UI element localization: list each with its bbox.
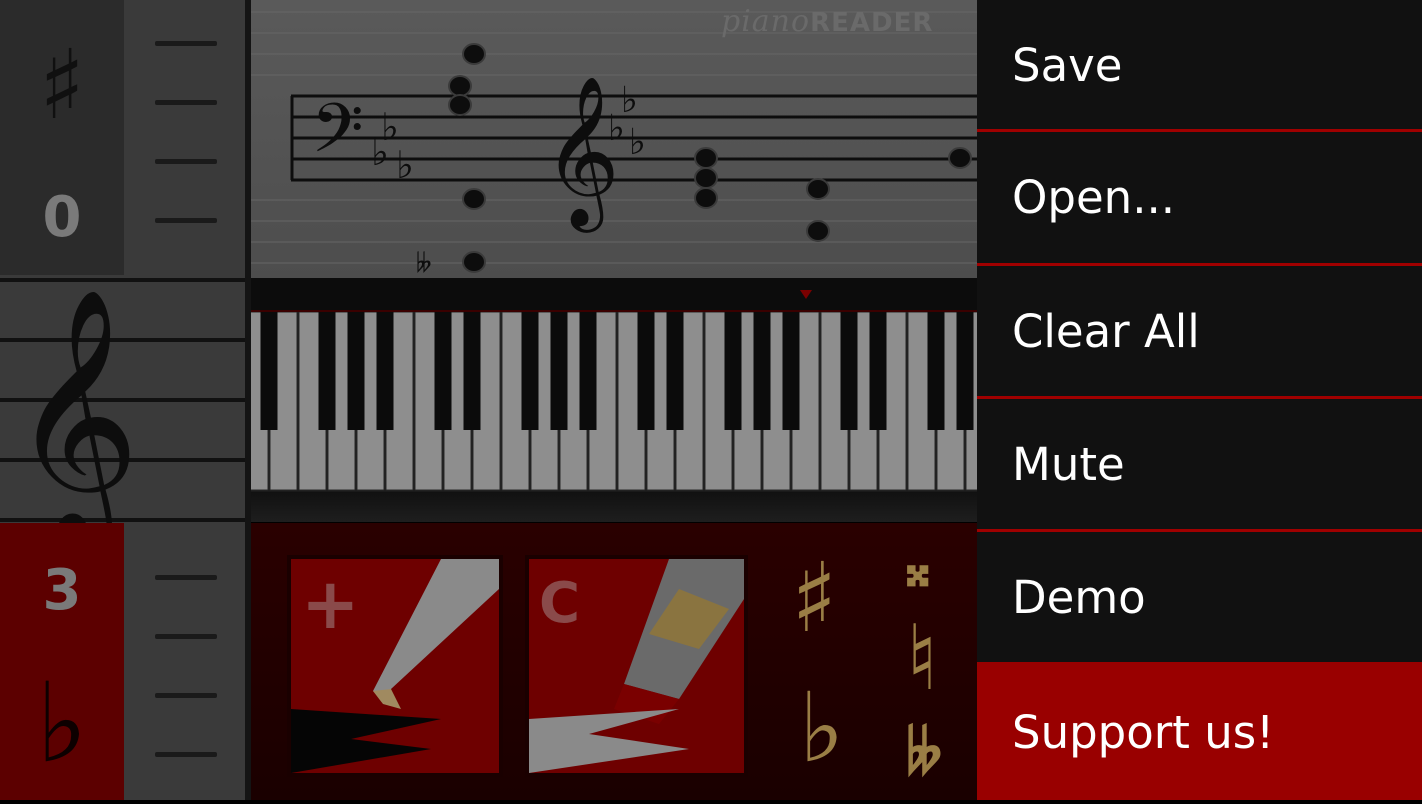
flat-icon: ♭ — [36, 658, 88, 787]
sharp-icon: ♯ — [38, 28, 86, 141]
treble-clef-staff: 𝄞 — [0, 275, 245, 554]
ledger-line — [155, 693, 217, 698]
black-key[interactable] — [956, 312, 974, 430]
ledger-lines-top[interactable] — [124, 0, 245, 275]
tool-panel: + C ♯ ♭ 𝄪 ♮ 𝄫 — [251, 523, 977, 800]
menu-item-label: Clear All — [1012, 305, 1200, 358]
overflow-menu: Save Open... Clear All Mute Demo Support… — [977, 0, 1422, 800]
ledger-line — [155, 159, 217, 164]
black-key[interactable] — [579, 312, 597, 430]
menu-item-demo[interactable]: Demo — [977, 532, 1422, 663]
menu-item-label: Demo — [1012, 571, 1146, 624]
menu-item-clear-all[interactable]: Clear All — [977, 266, 1422, 397]
svg-text:♭: ♭ — [608, 108, 625, 149]
black-key[interactable] — [521, 312, 539, 430]
menu-item-save[interactable]: Save — [977, 0, 1422, 131]
black-key[interactable] — [318, 312, 336, 430]
eraser-icon — [529, 559, 744, 773]
bass-clef-icon: 𝄢 — [311, 90, 364, 185]
black-key[interactable] — [463, 312, 481, 430]
ledger-line — [155, 752, 217, 757]
piano-keyboard[interactable] — [240, 311, 1003, 492]
music-staff[interactable]: 𝄢 ♭ ♭ ♭ 𝄫 𝄞 ♭ ♭ ♭ pianoREADER — [251, 0, 977, 279]
ledger-line — [155, 218, 217, 223]
black-key[interactable] — [840, 312, 858, 430]
eraser-button[interactable]: C — [525, 555, 748, 777]
ledger-lines-bottom[interactable] — [124, 523, 245, 800]
black-key[interactable] — [550, 312, 568, 430]
sharp-count-panel[interactable]: ♯ 0 — [0, 0, 124, 275]
ledger-line — [155, 41, 217, 46]
menu-item-support-us[interactable]: Support us! — [977, 662, 1422, 800]
pencil-icon — [291, 559, 499, 773]
black-key[interactable] — [927, 312, 945, 430]
staff-notation: 𝄢 ♭ ♭ ♭ 𝄫 𝄞 ♭ ♭ ♭ — [251, 11, 977, 279]
menu-item-mute[interactable]: Mute — [977, 399, 1422, 530]
menu-item-open[interactable]: Open... — [977, 132, 1422, 263]
flat-count: 3 — [42, 558, 82, 623]
clef-panel[interactable]: 𝄞 — [0, 275, 245, 554]
flat-count-panel[interactable]: 3 ♭ — [0, 523, 124, 800]
menu-item-label: Open... — [1012, 171, 1176, 224]
ledger-line — [155, 634, 217, 639]
black-key[interactable] — [376, 312, 394, 430]
add-note-button[interactable]: + — [287, 555, 503, 777]
flat-tool-icon[interactable]: ♭ — [799, 673, 844, 783]
sharp-tool-icon[interactable]: ♯ — [791, 543, 837, 653]
black-key[interactable] — [724, 312, 742, 430]
sharp-count: 0 — [42, 185, 82, 250]
ledger-line — [155, 575, 217, 580]
keyboard-position-marker[interactable] — [800, 290, 812, 299]
double-sharp-tool-icon[interactable]: 𝄪 — [906, 538, 929, 598]
black-key[interactable] — [753, 312, 771, 430]
menu-item-label: Support us! — [1012, 706, 1275, 759]
treble-clef-icon: 𝄞 — [543, 74, 620, 233]
svg-text:𝄫: 𝄫 — [416, 249, 432, 278]
black-key[interactable] — [260, 312, 278, 430]
black-key[interactable] — [434, 312, 452, 430]
double-flat-tool-icon[interactable]: 𝄫 — [906, 718, 942, 788]
svg-text:♭: ♭ — [629, 122, 646, 163]
black-key[interactable] — [347, 312, 365, 430]
piano-keys[interactable] — [240, 311, 1003, 492]
black-key[interactable] — [869, 312, 887, 430]
black-key[interactable] — [666, 312, 684, 430]
black-key[interactable] — [782, 312, 800, 430]
keyboard-position-strip[interactable] — [251, 278, 977, 312]
app-logo: pianoREADER — [721, 4, 933, 39]
natural-tool-icon[interactable]: ♮ — [906, 608, 938, 708]
svg-text:♭: ♭ — [371, 130, 389, 174]
black-key[interactable] — [637, 312, 655, 430]
treble-clef-icon: 𝄞 — [10, 286, 140, 523]
menu-item-label: Mute — [1012, 438, 1125, 491]
ledger-line — [155, 100, 217, 105]
menu-item-label: Save — [1012, 39, 1123, 92]
keyboard-base — [251, 492, 977, 522]
svg-text:♭: ♭ — [396, 143, 414, 187]
logo-bold: READER — [810, 8, 934, 38]
logo-script: piano — [721, 4, 811, 39]
